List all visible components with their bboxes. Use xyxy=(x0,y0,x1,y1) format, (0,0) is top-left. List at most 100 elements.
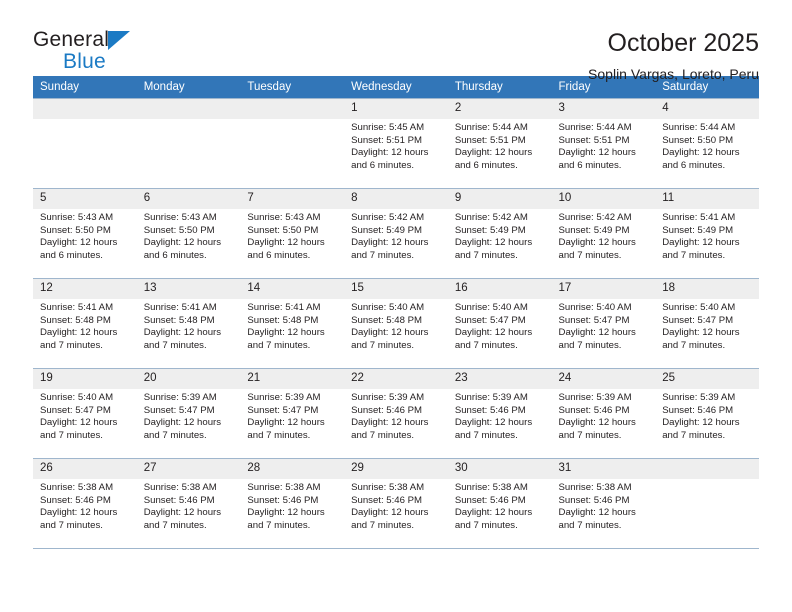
day-details: Sunrise: 5:43 AM Sunset: 5:50 PM Daylight:… xyxy=(33,209,137,262)
daylight-text: Daylight: 12 hours and 6 minutes. xyxy=(40,237,118,261)
day-details: Sunrise: 5:41 AM Sunset: 5:49 PM Daylight:… xyxy=(655,209,759,262)
sunrise-text: Sunrise: 5:39 AM xyxy=(351,392,425,403)
sunrise-text: Sunrise: 5:40 AM xyxy=(662,302,736,313)
calendar-day-cell[interactable]: 6 Sunrise: 5:43 AM Sunset: 5:50 PM Daylight… xyxy=(136,188,241,279)
daylight-text: Daylight: 12 hours and 6 minutes. xyxy=(662,147,740,171)
sunset-text: Sunset: 5:47 PM xyxy=(662,314,734,326)
calendar-day-cell[interactable]: 18 Sunrise: 5:40 AM Sunset: 5:47 PM Dayligh… xyxy=(655,278,759,369)
daylight-text: Daylight: 12 hours and 7 minutes. xyxy=(40,507,118,531)
sunrise-text: Sunrise: 5:44 AM xyxy=(454,122,528,133)
sunrise-text: Sunrise: 5:40 AM xyxy=(558,302,632,313)
brand-logo[interactable]: General Blue xyxy=(33,28,153,80)
calendar-week-row: 26 Sunrise: 5:38 AM Sunset: 5:46 PM Dayligh… xyxy=(33,458,759,549)
day-number xyxy=(33,99,137,119)
day-details: Sunrise: 5:39 AM Sunset: 5:47 PM Daylight:… xyxy=(240,389,344,442)
weekday-header-tuesday: Tuesday xyxy=(240,76,345,99)
calendar-day-cell[interactable]: 28 Sunrise: 5:38 AM Sunset: 5:46 PM Dayligh… xyxy=(240,458,345,549)
calendar-day-cell[interactable]: 20 Sunrise: 5:39 AM Sunset: 5:47 PM Dayligh… xyxy=(136,368,241,459)
day-number: 4 xyxy=(655,99,759,119)
day-number: 18 xyxy=(655,279,759,299)
calendar-empty-cell xyxy=(136,98,241,189)
calendar-day-cell[interactable]: 21 Sunrise: 5:39 AM Sunset: 5:47 PM Dayligh… xyxy=(240,368,345,459)
calendar-day-cell[interactable]: 25 Sunrise: 5:39 AM Sunset: 5:46 PM Dayligh… xyxy=(655,368,759,459)
day-number: 13 xyxy=(136,279,241,299)
page-title: October 2025 xyxy=(607,29,760,57)
day-number: 24 xyxy=(551,369,656,389)
day-number: 2 xyxy=(447,99,552,119)
calendar-day-cell[interactable]: 12 Sunrise: 5:41 AM Sunset: 5:48 PM Dayligh… xyxy=(33,278,137,369)
sunset-text: Sunset: 5:46 PM xyxy=(351,404,423,416)
calendar-day-cell[interactable]: 7 Sunrise: 5:43 AM Sunset: 5:50 PM Daylight… xyxy=(240,188,345,279)
day-details: Sunrise: 5:44 AM Sunset: 5:51 PM Daylight:… xyxy=(552,119,656,172)
calendar-day-cell[interactable]: 8 Sunrise: 5:42 AM Sunset: 5:49 PM Daylight… xyxy=(344,188,448,279)
daylight-text: Daylight: 12 hours and 7 minutes. xyxy=(247,417,325,441)
daylight-text: Daylight: 12 hours and 6 minutes. xyxy=(247,237,325,261)
day-details: Sunrise: 5:45 AM Sunset: 5:51 PM Daylight:… xyxy=(344,119,448,172)
sunrise-text: Sunrise: 5:39 AM xyxy=(454,392,528,403)
brand-triangle-icon xyxy=(108,31,130,50)
calendar-day-cell[interactable]: 3 Sunrise: 5:44 AM Sunset: 5:51 PM Daylight… xyxy=(551,98,656,189)
calendar-day-cell[interactable]: 14 Sunrise: 5:41 AM Sunset: 5:48 PM Dayligh… xyxy=(240,278,345,369)
calendar-day-cell[interactable]: 10 Sunrise: 5:42 AM Sunset: 5:49 PM Dayligh… xyxy=(551,188,656,279)
day-details: Sunrise: 5:42 AM Sunset: 5:49 PM Daylight:… xyxy=(448,209,552,262)
day-number: 23 xyxy=(447,369,552,389)
daylight-text: Daylight: 12 hours and 7 minutes. xyxy=(558,327,636,351)
day-details: Sunrise: 5:38 AM Sunset: 5:46 PM Daylight:… xyxy=(552,479,656,532)
day-details: Sunrise: 5:39 AM Sunset: 5:46 PM Daylight:… xyxy=(655,389,759,442)
day-details: Sunrise: 5:38 AM Sunset: 5:46 PM Daylight:… xyxy=(33,479,137,532)
calendar-week-row: 5 Sunrise: 5:43 AM Sunset: 5:50 PM Daylight… xyxy=(33,188,759,279)
calendar-day-cell[interactable]: 19 Sunrise: 5:40 AM Sunset: 5:47 PM Dayligh… xyxy=(33,368,137,459)
day-details: Sunrise: 5:40 AM Sunset: 5:47 PM Daylight:… xyxy=(552,299,656,352)
calendar-day-cell[interactable]: 11 Sunrise: 5:41 AM Sunset: 5:49 PM Dayligh… xyxy=(655,188,759,279)
month-calendar: Sunday Monday Tuesday Wednesday Thursday… xyxy=(33,76,759,549)
sunset-text: Sunset: 5:50 PM xyxy=(662,134,734,146)
sunrise-text: Sunrise: 5:42 AM xyxy=(558,212,632,223)
calendar-page: General Blue October 2025 Soplin Vargas,… xyxy=(0,0,792,612)
sunset-text: Sunset: 5:48 PM xyxy=(143,314,215,326)
sunset-text: Sunset: 5:47 PM xyxy=(454,314,526,326)
calendar-day-cell[interactable]: 16 Sunrise: 5:40 AM Sunset: 5:47 PM Dayligh… xyxy=(447,278,552,369)
calendar-day-cell[interactable]: 30 Sunrise: 5:38 AM Sunset: 5:46 PM Dayligh… xyxy=(447,458,552,549)
day-number xyxy=(136,99,241,119)
daylight-text: Daylight: 12 hours and 7 minutes. xyxy=(558,507,636,531)
daylight-text: Daylight: 12 hours and 7 minutes. xyxy=(143,417,222,441)
daylight-text: Daylight: 12 hours and 6 minutes. xyxy=(558,147,636,171)
sunrise-text: Sunrise: 5:38 AM xyxy=(558,482,632,493)
sunrise-text: Sunrise: 5:40 AM xyxy=(454,302,528,313)
calendar-day-cell[interactable]: 24 Sunrise: 5:39 AM Sunset: 5:46 PM Dayligh… xyxy=(551,368,656,459)
page-header: General Blue October 2025 Soplin Vargas,… xyxy=(33,0,759,82)
calendar-day-cell[interactable]: 9 Sunrise: 5:42 AM Sunset: 5:49 PM Daylight… xyxy=(447,188,552,279)
calendar-day-cell[interactable]: 13 Sunrise: 5:41 AM Sunset: 5:48 PM Dayligh… xyxy=(136,278,241,369)
daylight-text: Daylight: 12 hours and 7 minutes. xyxy=(247,327,325,351)
title-block: October 2025 Soplin Vargas, Loreto, Peru xyxy=(588,28,759,84)
calendar-day-cell[interactable]: 29 Sunrise: 5:38 AM Sunset: 5:46 PM Dayligh… xyxy=(344,458,448,549)
calendar-day-cell[interactable]: 31 Sunrise: 5:38 AM Sunset: 5:46 PM Dayligh… xyxy=(551,458,656,549)
sunset-text: Sunset: 5:46 PM xyxy=(351,494,423,506)
calendar-empty-cell xyxy=(33,98,137,189)
day-details: Sunrise: 5:39 AM Sunset: 5:46 PM Daylight:… xyxy=(552,389,656,442)
calendar-day-cell[interactable]: 5 Sunrise: 5:43 AM Sunset: 5:50 PM Daylight… xyxy=(33,188,137,279)
sunset-text: Sunset: 5:49 PM xyxy=(558,224,630,236)
day-number: 31 xyxy=(551,459,656,479)
calendar-day-cell[interactable]: 22 Sunrise: 5:39 AM Sunset: 5:46 PM Dayligh… xyxy=(344,368,448,459)
day-number: 3 xyxy=(551,99,656,119)
calendar-day-cell[interactable]: 17 Sunrise: 5:40 AM Sunset: 5:47 PM Dayligh… xyxy=(551,278,656,369)
day-details: Sunrise: 5:44 AM Sunset: 5:51 PM Daylight:… xyxy=(448,119,552,172)
calendar-day-cell[interactable]: 23 Sunrise: 5:39 AM Sunset: 5:46 PM Dayligh… xyxy=(447,368,552,459)
calendar-day-cell[interactable]: 26 Sunrise: 5:38 AM Sunset: 5:46 PM Dayligh… xyxy=(33,458,137,549)
calendar-day-cell[interactable]: 15 Sunrise: 5:40 AM Sunset: 5:48 PM Dayligh… xyxy=(344,278,448,369)
sunset-text: Sunset: 5:46 PM xyxy=(558,494,630,506)
day-number: 19 xyxy=(33,369,137,389)
sunset-text: Sunset: 5:50 PM xyxy=(40,224,111,236)
calendar-day-cell[interactable]: 4 Sunrise: 5:44 AM Sunset: 5:50 PM Daylight… xyxy=(655,98,759,189)
sunset-text: Sunset: 5:48 PM xyxy=(40,314,111,326)
sunrise-text: Sunrise: 5:41 AM xyxy=(662,212,736,223)
calendar-day-cell[interactable]: 1 Sunrise: 5:45 AM Sunset: 5:51 PM Daylight… xyxy=(344,98,448,189)
day-number: 20 xyxy=(136,369,241,389)
sunrise-text: Sunrise: 5:38 AM xyxy=(454,482,528,493)
daylight-text: Daylight: 12 hours and 7 minutes. xyxy=(247,507,325,531)
calendar-day-cell[interactable]: 27 Sunrise: 5:38 AM Sunset: 5:46 PM Dayligh… xyxy=(136,458,241,549)
calendar-empty-cell xyxy=(240,98,345,189)
sunrise-text: Sunrise: 5:43 AM xyxy=(247,212,321,223)
calendar-day-cell[interactable]: 2 Sunrise: 5:44 AM Sunset: 5:51 PM Daylight… xyxy=(447,98,552,189)
